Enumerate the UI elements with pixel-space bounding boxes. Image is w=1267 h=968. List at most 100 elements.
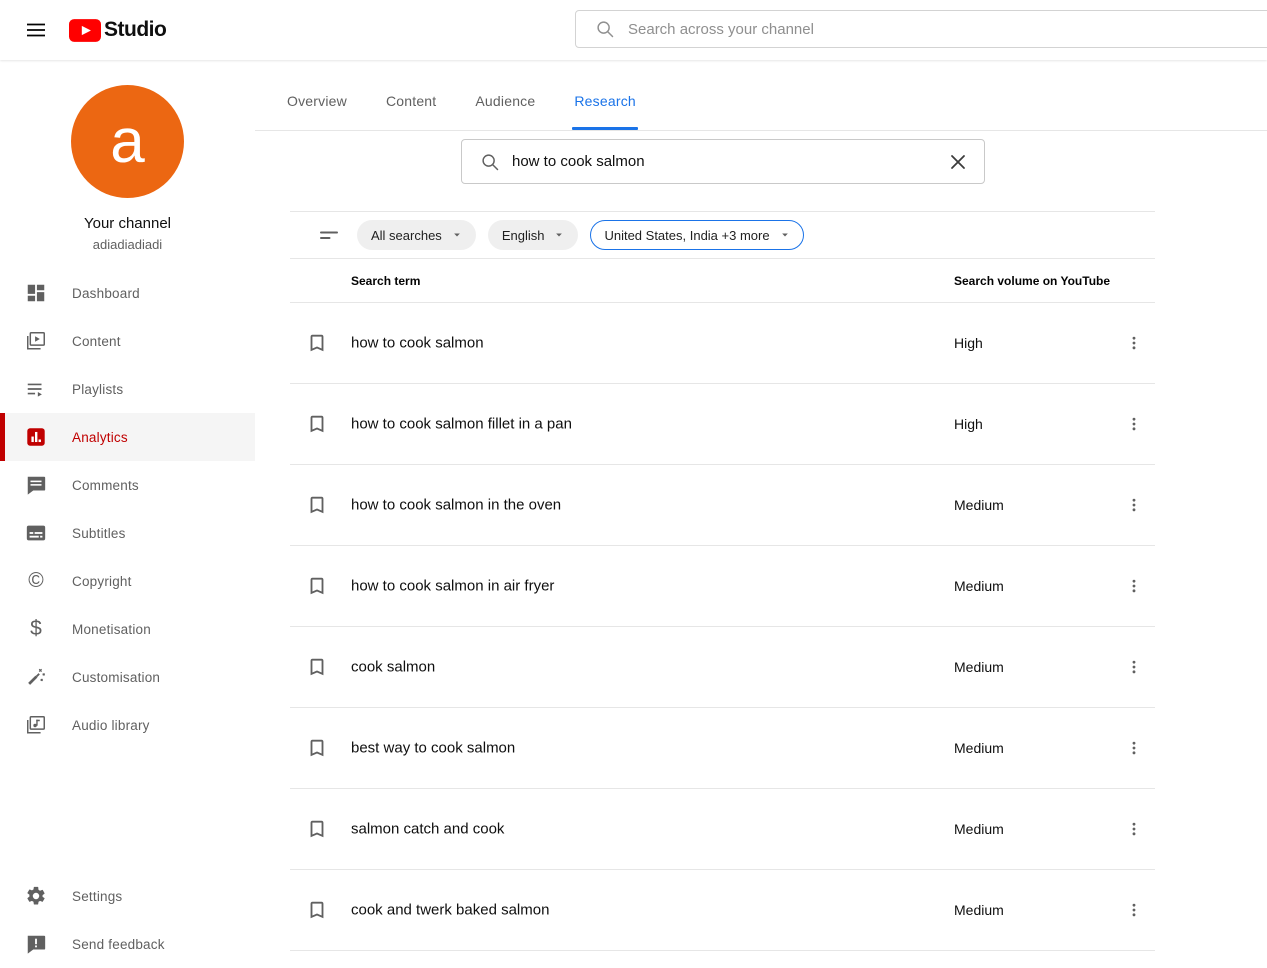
sidebar-item-analytics[interactable]: Analytics [0, 413, 255, 461]
bookmark-icon[interactable] [301, 570, 333, 602]
research-results-card: All searches English United States, Indi… [290, 211, 1155, 951]
search-icon [597, 21, 614, 38]
bookmark-icon[interactable] [301, 327, 333, 359]
settings-icon [24, 884, 48, 908]
search-term[interactable]: how to cook salmon in air fryer [351, 578, 554, 595]
sidebar-item-label: Analytics [72, 429, 128, 445]
table-row: how to cook salmon fillet in a pan High [290, 384, 1155, 465]
monetisation-icon: $ [30, 617, 42, 640]
sidebar-item-monetisation[interactable]: $ Monetisation [0, 605, 255, 653]
table-row: how to cook salmon High [290, 303, 1155, 384]
column-header-search-volume: Search volume on YouTube [954, 273, 1111, 288]
search-term[interactable]: cook and twerk baked salmon [351, 902, 549, 919]
search-volume: Medium [954, 497, 1004, 513]
menu-icon[interactable] [24, 18, 48, 42]
filter-icon[interactable] [317, 223, 341, 247]
search-term[interactable]: cook salmon [351, 659, 435, 676]
bookmark-icon[interactable] [301, 894, 333, 926]
search-volume: Medium [954, 659, 1004, 675]
comments-icon [24, 473, 48, 497]
close-icon[interactable] [946, 150, 970, 174]
sidebar-item-label: Customisation [72, 669, 161, 685]
avatar[interactable]: a [71, 85, 184, 198]
search-volume: High [954, 335, 983, 351]
analytics-icon [24, 425, 48, 449]
sidebar-item-label: Audio library [72, 717, 150, 733]
chevron-down-icon [556, 233, 563, 237]
sidebar: a Your channel adiadiadiadi Dashboard Co… [0, 60, 255, 968]
table-row: cook and twerk baked salmon Medium [290, 870, 1155, 951]
table-body: how to cook salmon High how to cook salm… [290, 303, 1155, 951]
sidebar-item-label: Monetisation [72, 621, 151, 637]
top-app-bar: Studio [0, 0, 1267, 60]
search-volume: High [954, 416, 983, 432]
search-icon [482, 153, 499, 170]
filter-chips: All searches English United States, Indi… [357, 220, 804, 250]
youtube-studio-logo[interactable]: Studio [69, 18, 167, 42]
chip-locations[interactable]: United States, India +3 more [590, 220, 804, 250]
send-feedback-icon [24, 932, 48, 956]
bookmark-icon[interactable] [301, 813, 333, 845]
analytics-tabs: Overview Content Audience Research [255, 60, 1267, 131]
content-icon [24, 329, 48, 353]
kebab-menu-icon[interactable] [1122, 655, 1146, 679]
table-row: best way to cook salmon Medium [290, 708, 1155, 789]
search-term[interactable]: how to cook salmon in the oven [351, 497, 561, 514]
bookmark-icon[interactable] [301, 408, 333, 440]
kebab-menu-icon[interactable] [1122, 574, 1146, 598]
kebab-menu-icon[interactable] [1122, 898, 1146, 922]
table-row: salmon catch and cook Medium [290, 789, 1155, 870]
sidebar-item-comments[interactable]: Comments [0, 461, 255, 509]
dashboard-icon [24, 281, 48, 305]
active-indicator [0, 413, 5, 461]
bookmark-icon[interactable] [301, 732, 333, 764]
tab-research[interactable]: Research [572, 93, 638, 130]
customisation-icon [24, 665, 48, 689]
sidebar-item-customisation[interactable]: Customisation [0, 653, 255, 701]
bookmark-icon[interactable] [301, 489, 333, 521]
sidebar-item-dashboard[interactable]: Dashboard [0, 269, 255, 317]
studio-wordmark: Studio [104, 18, 167, 41]
sidebar-item-label: Comments [72, 477, 139, 493]
search-term[interactable]: best way to cook salmon [351, 740, 515, 757]
chip-all-searches[interactable]: All searches [357, 220, 476, 250]
chip-language[interactable]: English [487, 220, 579, 250]
sidebar-item-content[interactable]: Content [0, 317, 255, 365]
channel-search-input[interactable] [628, 20, 1267, 38]
channel-name: adiadiadiadi [92, 237, 163, 252]
tab-overview[interactable]: Overview [287, 93, 347, 130]
subtitles-icon [24, 521, 48, 545]
tab-content[interactable]: Content [386, 93, 436, 130]
sidebar-item-label: Settings [72, 888, 123, 904]
keyword-search-input[interactable] [512, 153, 946, 170]
sidebar-item-settings[interactable]: Settings [0, 872, 255, 920]
sidebar-item-copyright[interactable]: © Copyright [0, 557, 255, 605]
tab-audience[interactable]: Audience [475, 93, 535, 130]
search-term[interactable]: salmon catch and cook [351, 821, 504, 838]
channel-label: Your channel [83, 215, 172, 232]
sidebar-item-playlists[interactable]: Playlists [0, 365, 255, 413]
search-term[interactable]: how to cook salmon [351, 335, 484, 352]
sidebar-item-audio-library[interactable]: Audio library [0, 701, 255, 749]
table-row: cook salmon Medium [290, 627, 1155, 708]
kebab-menu-icon[interactable] [1122, 412, 1146, 436]
kebab-menu-icon[interactable] [1122, 817, 1146, 841]
column-header-search-term: Search term [351, 273, 421, 288]
kebab-menu-icon[interactable] [1122, 493, 1146, 517]
sidebar-nav: Dashboard Content Playlists Analytics Co… [0, 269, 255, 749]
main-content: Overview Content Audience Research All s… [255, 60, 1267, 968]
search-volume: Medium [954, 578, 1004, 594]
audio-library-icon [24, 713, 48, 737]
kebab-menu-icon[interactable] [1122, 736, 1146, 760]
sidebar-item-label: Copyright [72, 573, 132, 589]
avatar-letter: a [110, 107, 145, 176]
search-term[interactable]: how to cook salmon fillet in a pan [351, 416, 572, 433]
sidebar-item-subtitles[interactable]: Subtitles [0, 509, 255, 557]
table-header: Search term Search volume on YouTube [290, 259, 1155, 303]
search-volume: Medium [954, 740, 1004, 756]
copyright-icon: © [28, 569, 44, 592]
bookmark-icon[interactable] [301, 651, 333, 683]
sidebar-item-send-feedback[interactable]: Send feedback [0, 920, 255, 968]
filter-bar: All searches English United States, Indi… [290, 212, 1155, 259]
kebab-menu-icon[interactable] [1122, 331, 1146, 355]
